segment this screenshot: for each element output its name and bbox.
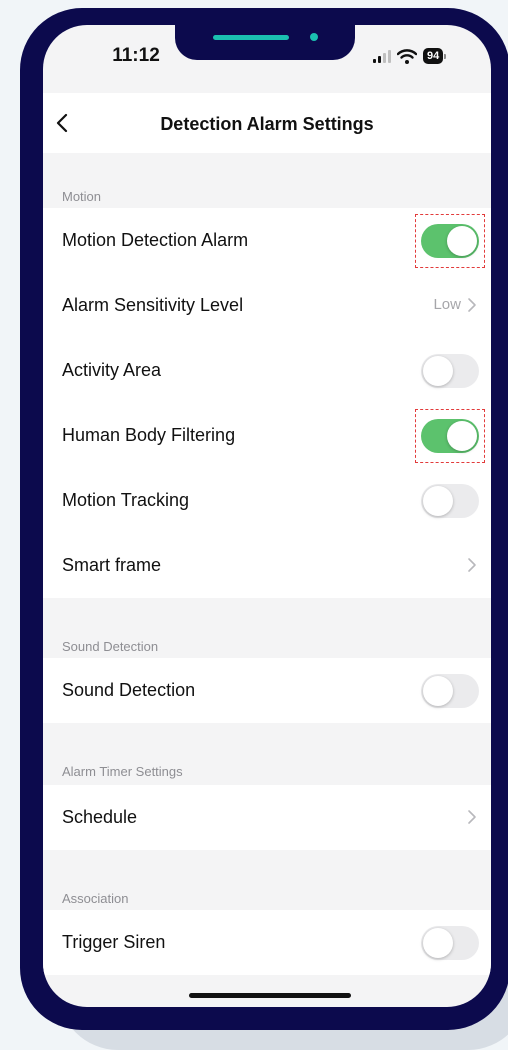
row-label: Schedule (62, 807, 138, 827)
row-label: Trigger Siren (62, 932, 166, 952)
row-smart-frame[interactable]: Smart frame (43, 533, 491, 598)
row-sound-detection: Sound Detection (43, 658, 491, 723)
row-motion-tracking: Motion Tracking (43, 468, 491, 533)
status-icons: 94 (373, 45, 447, 67)
activity-area-toggle[interactable] (421, 354, 479, 388)
row-trigger-siren: Trigger Siren (43, 910, 491, 975)
row-alarm-sensitivity-level[interactable]: Alarm Sensitivity Level Low (43, 273, 491, 338)
toggle-knob (447, 421, 477, 451)
motion-detection-alarm-toggle[interactable] (421, 224, 479, 258)
home-indicator (189, 993, 351, 998)
row-activity-area: Activity Area (43, 338, 491, 403)
toggle-knob (423, 676, 453, 706)
section-label-association: Association (62, 891, 129, 906)
page-title: Detection Alarm Settings (160, 114, 374, 134)
toggle-knob (447, 226, 477, 256)
row-label: Smart frame (62, 555, 162, 575)
settings-list: Motion Motion Detection Alarm Alarm Sens… (43, 153, 491, 975)
section-label-sound: Sound Detection (62, 639, 159, 654)
toggle-knob (423, 928, 453, 958)
wifi-icon (397, 48, 417, 64)
battery-icon: 94 (423, 48, 444, 64)
speaker-bar (213, 35, 289, 40)
row-schedule[interactable]: Schedule (43, 785, 491, 850)
camera-dot (310, 33, 318, 41)
sound-detection-toggle[interactable] (421, 674, 479, 708)
status-time: 11:12 (112, 45, 160, 66)
section-label-motion: Motion (62, 189, 102, 204)
battery-tip (444, 53, 447, 59)
trigger-siren-toggle[interactable] (421, 926, 479, 960)
chevron-right-icon (468, 558, 476, 572)
row-label: Motion Detection Alarm (62, 230, 249, 250)
row-label: Motion Tracking (62, 490, 190, 510)
row-motion-detection-alarm: Motion Detection Alarm (43, 208, 491, 273)
toggle-knob (423, 356, 453, 386)
row-human-body-filtering: Human Body Filtering (43, 403, 491, 468)
toggle-knob (423, 486, 453, 516)
cellular-signal-icon (373, 49, 391, 63)
human-body-filtering-toggle[interactable] (421, 419, 479, 453)
row-label: Alarm Sensitivity Level (62, 295, 244, 315)
chevron-right-icon (468, 810, 476, 824)
sensitivity-value: Low (433, 296, 461, 313)
motion-tracking-toggle[interactable] (421, 484, 479, 518)
section-label-timer: Alarm Timer Settings (62, 764, 183, 779)
chevron-right-icon (468, 298, 476, 312)
phone-notch (175, 8, 355, 60)
row-label: Activity Area (62, 360, 162, 380)
row-label: Human Body Filtering (62, 425, 236, 445)
row-label: Sound Detection (62, 680, 196, 700)
nav-header: Detection Alarm Settings (43, 93, 491, 153)
phone-screen: 11:12 94 Detection Alarm Settings Motion… (43, 25, 491, 1007)
